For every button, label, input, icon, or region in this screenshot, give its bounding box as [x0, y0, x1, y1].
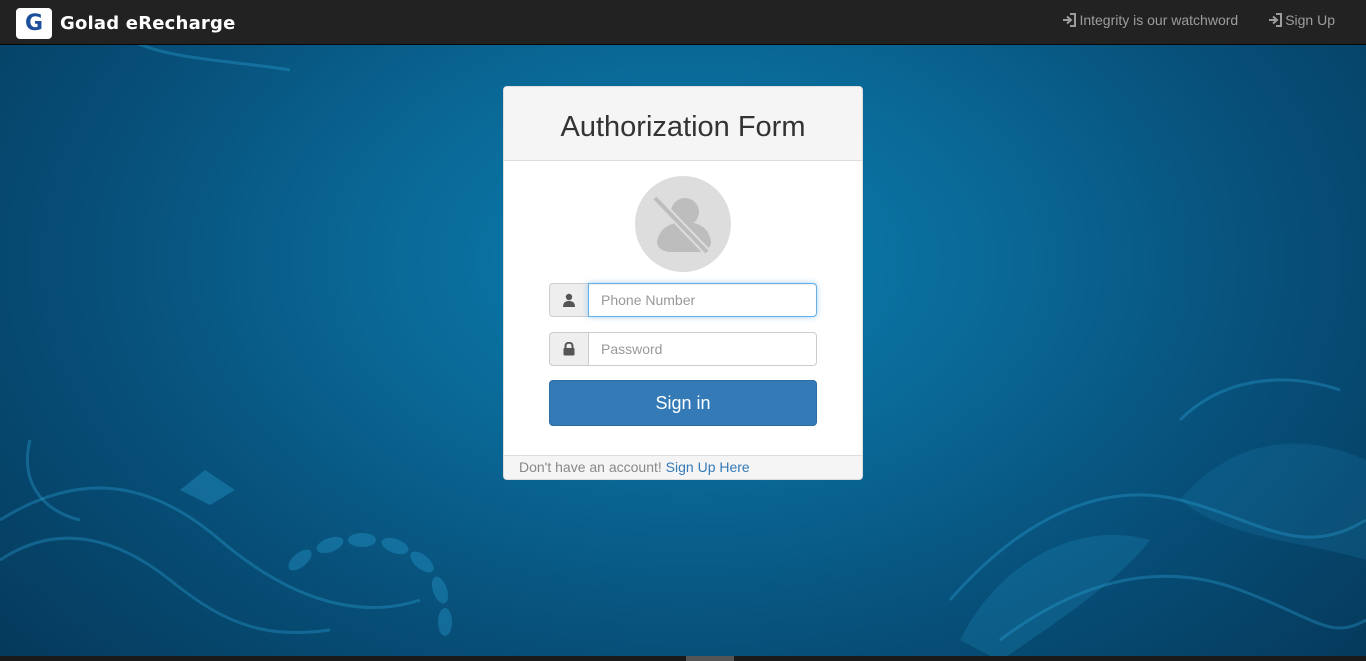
authorization-panel: Authorization Form Sign in Don't — [503, 86, 863, 480]
panel-heading: Authorization Form — [504, 87, 862, 161]
brand[interactable]: G Golad eRecharge — [16, 8, 236, 39]
sign-in-icon — [1269, 13, 1283, 27]
nav-link-label: Sign Up — [1285, 12, 1335, 28]
scrollbar-thumb[interactable] — [686, 656, 734, 661]
phone-input-group — [549, 283, 817, 317]
brand-logo-letter: G — [24, 11, 44, 36]
nav-link-sign-up[interactable]: Sign Up — [1268, 12, 1335, 28]
user-icon — [549, 283, 588, 317]
sign-in-button[interactable]: Sign in — [549, 380, 817, 426]
brand-name: Golad eRecharge — [60, 13, 236, 34]
nav-links: Integrity is our watchword Sign Up — [1032, 12, 1335, 28]
navbar: G Golad eRecharge Integrity is our watch… — [0, 0, 1366, 45]
panel-footer: Don't have an account! Sign Up Here — [504, 455, 862, 479]
bottom-scrollbar[interactable] — [0, 656, 1366, 661]
form-title: Authorization Form — [560, 111, 806, 143]
sign-up-here-link[interactable]: Sign Up Here — [666, 459, 750, 475]
password-input[interactable] — [588, 332, 817, 366]
password-input-group — [549, 332, 817, 366]
lock-icon — [549, 332, 588, 366]
sign-in-icon — [1063, 13, 1077, 27]
footer-text: Don't have an account! — [519, 459, 662, 475]
nav-link-integrity[interactable]: Integrity is our watchword — [1062, 12, 1238, 28]
brand-logo: G — [16, 8, 52, 39]
nav-link-label: Integrity is our watchword — [1079, 12, 1239, 28]
user-disabled-icon — [635, 176, 731, 272]
phone-number-input[interactable] — [588, 283, 817, 317]
